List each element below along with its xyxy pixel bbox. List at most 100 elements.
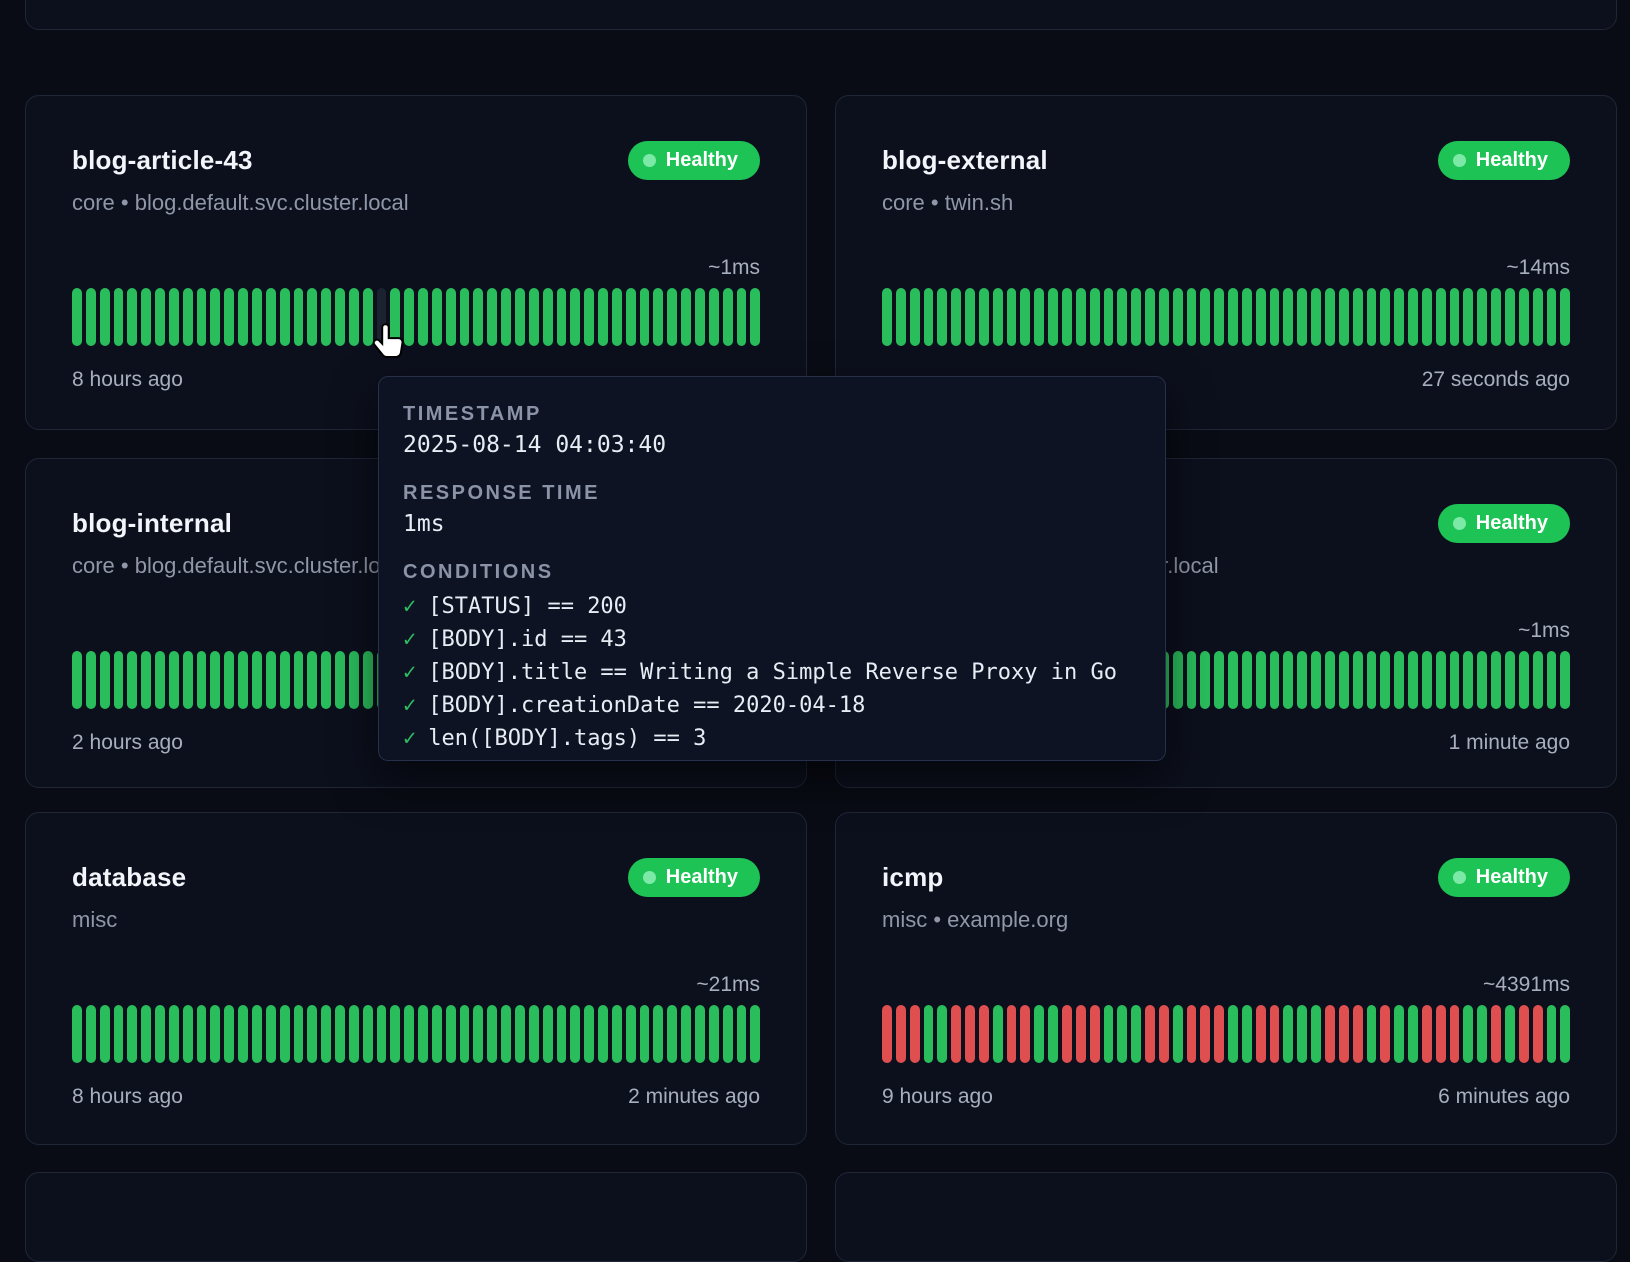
- uptime-bar-failure[interactable]: [1325, 1005, 1335, 1063]
- uptime-bar-success[interactable]: [1353, 651, 1363, 709]
- uptime-bar-success[interactable]: [1200, 288, 1210, 346]
- uptime-bar-success[interactable]: [1104, 1005, 1114, 1063]
- uptime-bar-success[interactable]: [1173, 1005, 1183, 1063]
- uptime-bar-success[interactable]: [266, 1005, 276, 1063]
- uptime-bar-success[interactable]: [924, 1005, 934, 1063]
- uptime-bar-success[interactable]: [570, 1005, 580, 1063]
- uptime-bar-success[interactable]: [210, 288, 220, 346]
- uptime-bar-success[interactable]: [335, 1005, 345, 1063]
- uptime-bar-success[interactable]: [1560, 651, 1570, 709]
- uptime-bar-success[interactable]: [626, 1005, 636, 1063]
- uptime-bar-success[interactable]: [224, 651, 234, 709]
- uptime-bar-success[interactable]: [501, 1005, 511, 1063]
- uptime-bar-success[interactable]: [127, 651, 137, 709]
- uptime-bar-success[interactable]: [737, 288, 747, 346]
- uptime-bar-success[interactable]: [266, 651, 276, 709]
- uptime-bar-success[interactable]: [667, 1005, 677, 1063]
- uptime-bar-success[interactable]: [1048, 288, 1058, 346]
- uptime-bar-success[interactable]: [100, 651, 110, 709]
- uptime-bar-success[interactable]: [335, 288, 345, 346]
- uptime-bar-failure[interactable]: [951, 1005, 961, 1063]
- uptime-bar-success[interactable]: [1477, 1005, 1487, 1063]
- uptime-bar-success[interactable]: [979, 288, 989, 346]
- uptime-bar-success[interactable]: [1256, 288, 1266, 346]
- uptime-bar-failure[interactable]: [1062, 1005, 1072, 1063]
- uptime-bar-success[interactable]: [1062, 288, 1072, 346]
- uptime-bar-success[interactable]: [1367, 288, 1377, 346]
- uptime-bar-failure[interactable]: [1214, 1005, 1224, 1063]
- uptime-bar-success[interactable]: [993, 288, 1003, 346]
- uptime-bar-success[interactable]: [1297, 288, 1307, 346]
- uptime-bar-success[interactable]: [390, 1005, 400, 1063]
- uptime-bar-success[interactable]: [584, 288, 594, 346]
- uptime-bar-failure[interactable]: [1187, 1005, 1197, 1063]
- uptime-bar-success[interactable]: [1159, 288, 1169, 346]
- uptime-bar-failure[interactable]: [1159, 1005, 1169, 1063]
- uptime-bar-success[interactable]: [1477, 651, 1487, 709]
- uptime-bar-success[interactable]: [1283, 288, 1293, 346]
- uptime-bar-success[interactable]: [1242, 288, 1252, 346]
- uptime-bar-success[interactable]: [197, 288, 207, 346]
- uptime-bar-success[interactable]: [1131, 288, 1141, 346]
- service-card-database[interactable]: database Healthy misc ~21ms 8 hours ago …: [25, 812, 807, 1145]
- uptime-bar-success[interactable]: [1228, 651, 1238, 709]
- service-card-partial-bottom-left[interactable]: [25, 1172, 807, 1262]
- uptime-bar-success[interactable]: [681, 288, 691, 346]
- uptime-bar-failure[interactable]: [1256, 1005, 1266, 1063]
- uptime-bar-success[interactable]: [937, 1005, 947, 1063]
- uptime-bar-success[interactable]: [114, 1005, 124, 1063]
- uptime-bar-success[interactable]: [169, 651, 179, 709]
- uptime-bar-success[interactable]: [197, 651, 207, 709]
- uptime-bar-success[interactable]: [363, 1005, 373, 1063]
- uptime-bar-success[interactable]: [1020, 288, 1030, 346]
- uptime-bars[interactable]: [72, 288, 760, 346]
- uptime-bar-success[interactable]: [1505, 651, 1515, 709]
- uptime-bar-success[interactable]: [951, 288, 961, 346]
- uptime-bar-success[interactable]: [543, 1005, 553, 1063]
- uptime-bar-success[interactable]: [460, 288, 470, 346]
- uptime-bar-success[interactable]: [86, 288, 96, 346]
- uptime-bar-success[interactable]: [100, 288, 110, 346]
- uptime-bar-success[interactable]: [1547, 651, 1557, 709]
- uptime-bar-success[interactable]: [307, 1005, 317, 1063]
- uptime-bar-success[interactable]: [1394, 651, 1404, 709]
- uptime-bar-failure[interactable]: [1090, 1005, 1100, 1063]
- uptime-bar-success[interactable]: [432, 1005, 442, 1063]
- uptime-bar-success[interactable]: [114, 288, 124, 346]
- uptime-bar-failure[interactable]: [1450, 1005, 1460, 1063]
- uptime-bar-success[interactable]: [1256, 651, 1266, 709]
- uptime-bar-success[interactable]: [183, 1005, 193, 1063]
- uptime-bar-success[interactable]: [1173, 651, 1183, 709]
- uptime-bar-success[interactable]: [307, 651, 317, 709]
- uptime-bar-success[interactable]: [377, 1005, 387, 1063]
- uptime-bar-success[interactable]: [1380, 288, 1390, 346]
- uptime-bar-success[interactable]: [1325, 288, 1335, 346]
- uptime-bar-success[interactable]: [1270, 288, 1280, 346]
- uptime-bar-success[interactable]: [169, 288, 179, 346]
- uptime-bar-success[interactable]: [709, 1005, 719, 1063]
- uptime-bar-success[interactable]: [681, 1005, 691, 1063]
- uptime-bars[interactable]: [882, 288, 1570, 346]
- uptime-bar-success[interactable]: [1200, 651, 1210, 709]
- uptime-bar-success[interactable]: [1422, 651, 1432, 709]
- uptime-bar-success[interactable]: [127, 288, 137, 346]
- uptime-bar-success[interactable]: [1505, 288, 1515, 346]
- uptime-bar-success[interactable]: [72, 651, 82, 709]
- uptime-bar-success[interactable]: [1007, 288, 1017, 346]
- uptime-bar-success[interactable]: [1283, 1005, 1293, 1063]
- uptime-bar-success[interactable]: [1242, 651, 1252, 709]
- uptime-bar-success[interactable]: [141, 288, 151, 346]
- service-card-partial-top[interactable]: [25, 0, 1617, 30]
- uptime-bar-success[interactable]: [280, 651, 290, 709]
- uptime-bar-success[interactable]: [1173, 288, 1183, 346]
- uptime-bar-success[interactable]: [937, 288, 947, 346]
- uptime-bar-failure[interactable]: [910, 1005, 920, 1063]
- uptime-bar-success[interactable]: [1450, 288, 1460, 346]
- uptime-bar-success[interactable]: [1311, 288, 1321, 346]
- uptime-bar-success[interactable]: [1560, 1005, 1570, 1063]
- uptime-bar-failure[interactable]: [965, 1005, 975, 1063]
- uptime-bar-success[interactable]: [515, 288, 525, 346]
- uptime-bar-success[interactable]: [1076, 288, 1086, 346]
- uptime-bar-success[interactable]: [100, 1005, 110, 1063]
- uptime-bar-success[interactable]: [404, 1005, 414, 1063]
